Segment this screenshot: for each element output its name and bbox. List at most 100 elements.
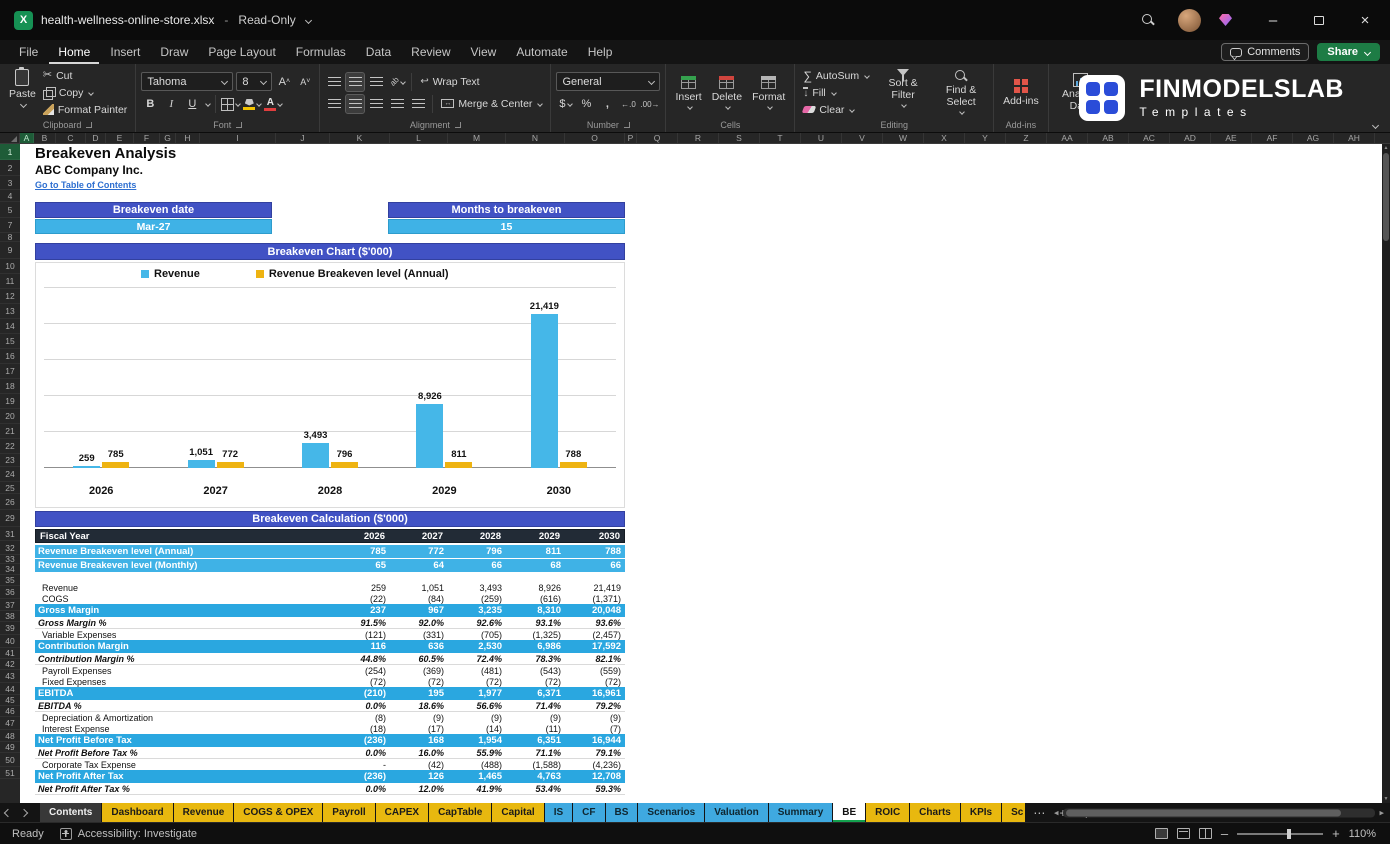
cell-value[interactable]: 59.3% — [565, 784, 625, 794]
cell-value[interactable]: 636 — [390, 641, 448, 652]
sheet-tab-is[interactable]: IS — [544, 803, 573, 822]
increase-decimal-button[interactable]: ←.0 — [619, 95, 637, 113]
column-header-n[interactable]: N — [506, 133, 565, 143]
cell-value[interactable]: (488) — [448, 760, 506, 770]
row-header-34[interactable]: 34 — [0, 564, 20, 575]
underline-button[interactable]: U — [183, 95, 201, 113]
excel-app-icon[interactable]: X — [14, 10, 33, 30]
column-header-ac[interactable]: AC — [1129, 133, 1170, 143]
bar-revenue-breakeven-level-annual-2030[interactable]: 788 — [559, 288, 587, 468]
cell-value[interactable]: (481) — [448, 666, 506, 676]
row-header-40[interactable]: 40 — [0, 635, 20, 648]
scroll-right-icon[interactable]: ▸ — [1379, 808, 1384, 817]
menu-review[interactable]: Review — [402, 40, 459, 64]
cell-value[interactable]: 967 — [390, 605, 448, 616]
clipboard-dialog-launcher-icon[interactable] — [86, 122, 93, 128]
find-select-button[interactable]: Find & Select — [934, 67, 988, 116]
sheet-tab-cf[interactable]: CF — [573, 803, 605, 822]
bar[interactable] — [416, 403, 444, 468]
cell-value[interactable]: (72) — [506, 677, 565, 687]
bar-revenue-2026[interactable]: 259 — [73, 288, 101, 468]
cell-value[interactable]: 68 — [506, 560, 565, 571]
cell-value[interactable]: (72) — [390, 677, 448, 687]
vertical-scrollbar[interactable]: ▲ ▼ — [1382, 144, 1390, 803]
cell-value[interactable]: 12.0% — [390, 784, 448, 794]
bar-revenue-2029[interactable]: 8,926 — [416, 288, 444, 468]
bar-revenue-breakeven-level-annual-2027[interactable]: 772 — [216, 288, 244, 468]
maximize-button[interactable] — [1298, 0, 1340, 40]
cell-value[interactable]: (8) — [330, 713, 390, 723]
sheet-tab-cogs-opex[interactable]: COGS & OPEX — [234, 803, 323, 822]
italic-button[interactable]: I — [162, 95, 180, 113]
cell-value[interactable]: 16.0% — [390, 748, 448, 758]
row-header-4[interactable]: 4 — [0, 190, 20, 202]
hscroll-track[interactable] — [1062, 808, 1376, 817]
sheet-tab-dashboard[interactable]: Dashboard — [102, 803, 173, 822]
bar[interactable] — [530, 313, 558, 468]
sheet-tab-capex[interactable]: CAPEX — [375, 803, 429, 822]
column-header-c[interactable]: C — [56, 133, 86, 143]
bar[interactable] — [302, 442, 330, 468]
bar-revenue-breakeven-level-annual-2026[interactable]: 785 — [102, 288, 130, 468]
middle-align-button[interactable] — [345, 71, 366, 92]
page-layout-view-button[interactable] — [1176, 828, 1190, 839]
row-header-47[interactable]: 47 — [0, 717, 20, 730]
sheet-tab-revenue[interactable]: Revenue — [173, 803, 234, 822]
search-icon[interactable] — [1140, 12, 1156, 28]
close-button[interactable]: × — [1344, 0, 1386, 40]
cell-value[interactable]: (210) — [330, 688, 390, 699]
cell-value[interactable]: 21,419 — [565, 583, 625, 593]
cell-value[interactable]: 772 — [390, 546, 448, 557]
cell-value[interactable]: 64 — [390, 560, 448, 571]
cell-value[interactable]: (72) — [330, 677, 390, 687]
horizontal-scrollbar[interactable]: ◂ ▸ — [1054, 808, 1384, 817]
delete-cells-button[interactable]: Delete — [708, 74, 746, 111]
column-header-ah[interactable]: AH — [1334, 133, 1375, 143]
scroll-up-icon[interactable]: ▲ — [1382, 145, 1390, 151]
cell-value[interactable]: (259) — [448, 594, 506, 604]
hscrollbar-thumb[interactable] — [1065, 809, 1341, 816]
cell-value[interactable]: 79.2% — [565, 701, 625, 711]
sheet-tab-bs[interactable]: BS — [605, 803, 638, 822]
zoom-level[interactable]: 110% — [1349, 828, 1376, 840]
cell-value[interactable]: 93.1% — [506, 618, 565, 628]
cell-value[interactable]: (331) — [390, 630, 448, 640]
menu-help[interactable]: Help — [579, 40, 622, 64]
column-header-i[interactable]: I — [200, 133, 276, 143]
cell-value[interactable]: (7) — [565, 724, 625, 734]
cell-value[interactable]: (121) — [330, 630, 390, 640]
bar[interactable] — [73, 466, 101, 468]
cell-value[interactable]: 0.0% — [330, 701, 390, 711]
cell-value[interactable]: 60.5% — [390, 654, 448, 664]
row-header-50[interactable]: 50 — [0, 753, 20, 767]
wrap-text-button[interactable]: ↩ Wrap Text — [417, 74, 482, 89]
row-header-43[interactable]: 43 — [0, 670, 20, 683]
cell-value[interactable]: 195 — [390, 688, 448, 699]
cell-value[interactable]: 3,493 — [448, 583, 506, 593]
clear-button[interactable]: Clear — [800, 102, 872, 117]
cell-value[interactable]: 1,051 — [390, 583, 448, 593]
row-header-7[interactable]: 7 — [0, 218, 20, 233]
cell-value[interactable]: 55.9% — [448, 748, 506, 758]
cell-value[interactable]: 17,592 — [565, 641, 625, 652]
select-all-corner[interactable] — [0, 133, 20, 143]
row-header-35[interactable]: 35 — [0, 575, 20, 586]
menu-insert[interactable]: Insert — [101, 40, 149, 64]
column-header-d[interactable]: D — [86, 133, 106, 143]
font-color-button[interactable]: A — [264, 95, 284, 113]
cell-value[interactable]: - — [330, 760, 390, 770]
cell-value[interactable]: (616) — [506, 594, 565, 604]
sheet-tab-kpis[interactable]: KPIs — [960, 803, 1002, 822]
sheet-tab-contents[interactable]: Contents — [40, 803, 102, 822]
underline-chevron-icon[interactable] — [205, 101, 212, 107]
zoom-slider-thumb[interactable] — [1286, 828, 1291, 839]
row-header-9[interactable]: 9 — [0, 242, 20, 259]
tabs-scroll-left-button[interactable] — [0, 808, 16, 817]
normal-view-button[interactable] — [1154, 828, 1168, 839]
cell-value[interactable]: 93.6% — [565, 618, 625, 628]
cell-value[interactable]: 16,944 — [565, 735, 625, 746]
cell-value[interactable]: (1,371) — [565, 594, 625, 604]
cell-value[interactable]: (9) — [565, 713, 625, 723]
autosum-button[interactable]: ∑ AutoSum — [800, 68, 872, 83]
read-only-label[interactable]: Read-Only — [238, 13, 295, 27]
